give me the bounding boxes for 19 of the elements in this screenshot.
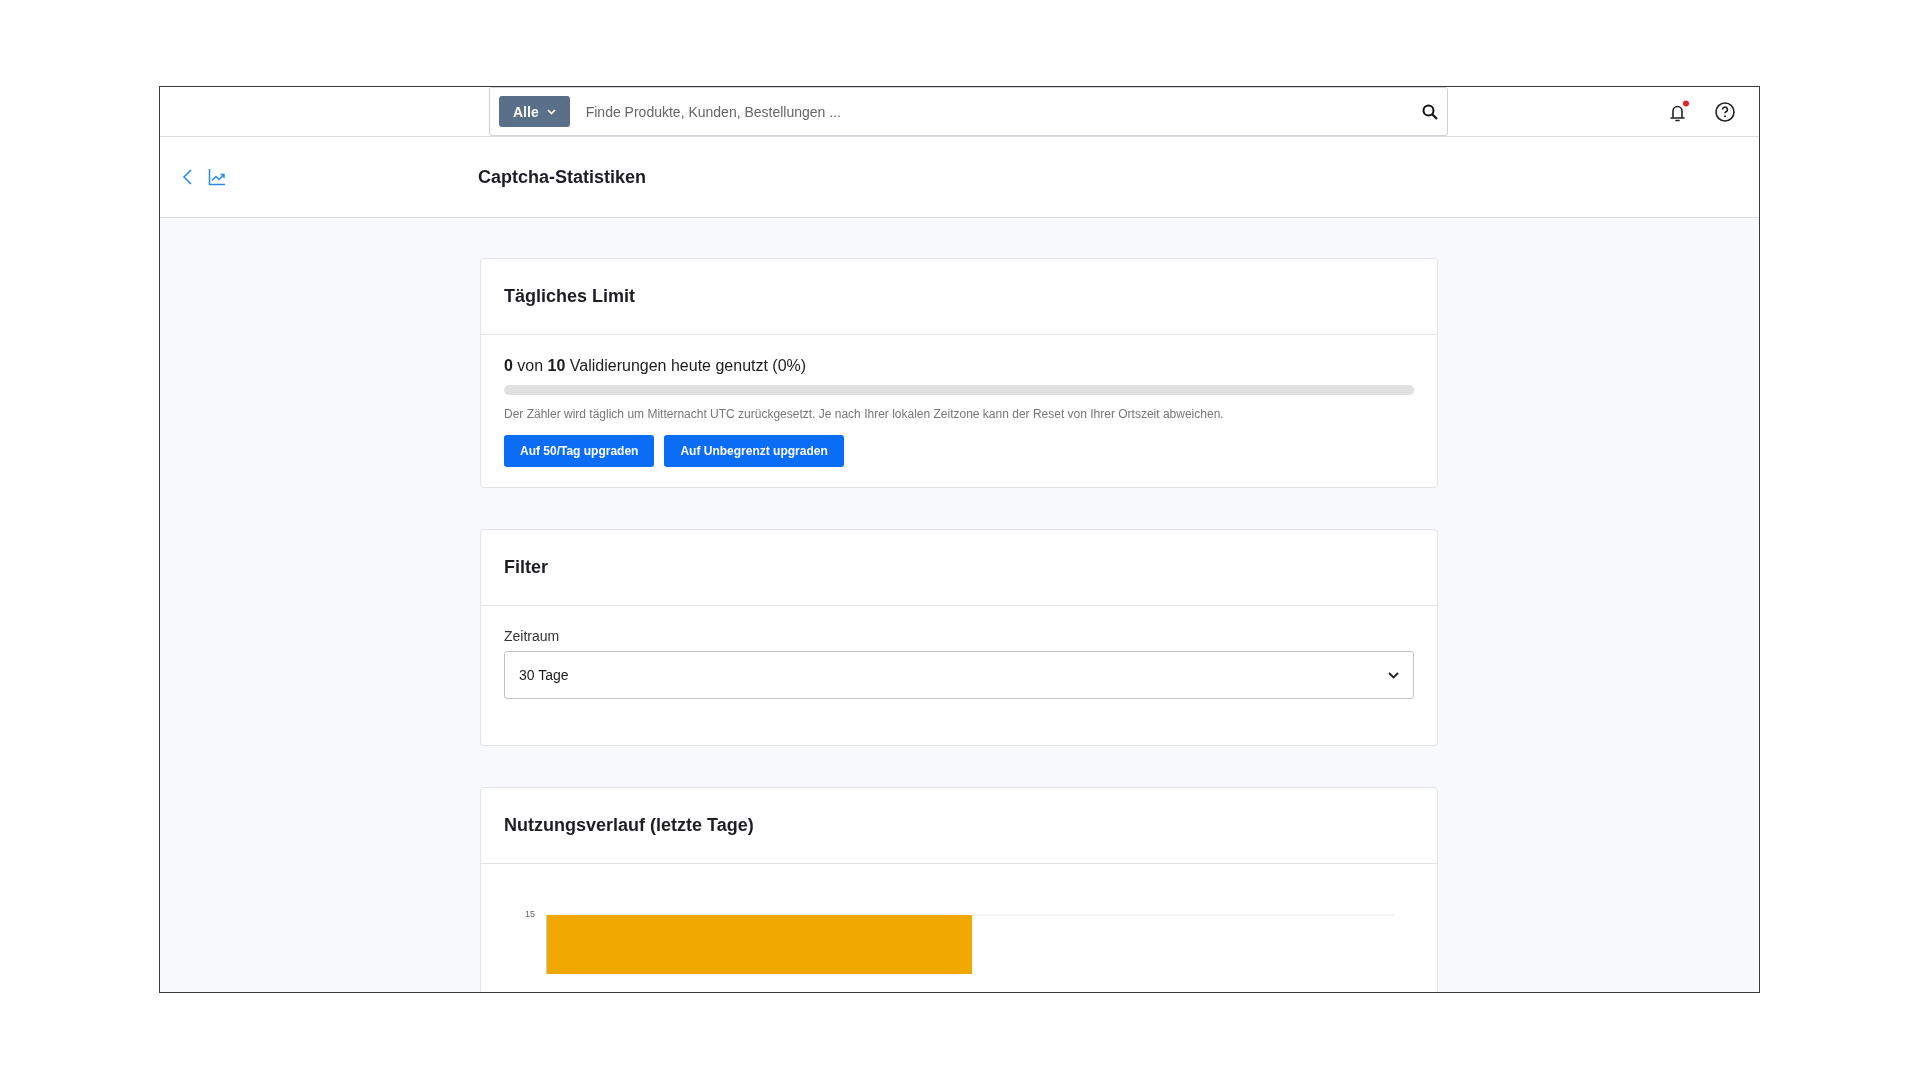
reset-note: Der Zähler wird täglich um Mitternacht UTC zurückgesetzt. Je nach Ihrer lokalen Zeitzone kann der Reset von Ihrer Ortszeit abweichen.	[504, 407, 1225, 421]
upgrade-button[interactable]: Auf 50/Tag upgraden	[504, 435, 655, 467]
search-field[interactable]: Alle Finde Produkte, Kunden, Bestellungen ...	[489, 87, 1448, 136]
card-title: Tägliches Limit	[504, 286, 636, 307]
search-icon[interactable]	[1422, 103, 1438, 120]
back-icon[interactable]	[182, 168, 194, 186]
axis-tick-label: 15	[525, 909, 535, 919]
page-title: Captcha-Statistiken	[478, 166, 647, 188]
usage-summary: 0 von 10 Validierungen heute genutzt (0%)	[504, 357, 808, 375]
upgrade-button[interactable]: Auf Unbegrenzt upgraden	[664, 435, 844, 467]
period-select[interactable]: 30 Tage	[504, 651, 1414, 699]
scope-dropdown[interactable]: Alle	[499, 96, 570, 127]
help-icon[interactable]	[1714, 100, 1736, 123]
card-title: Filter	[504, 557, 548, 578]
chevron-down-icon	[546, 108, 556, 115]
chevron-down-icon	[1388, 671, 1399, 679]
field-label: Zeitraum	[504, 628, 561, 644]
line-chart-icon[interactable]	[208, 168, 226, 186]
card-title: Nutzungsverlauf (letzte Tage)	[504, 815, 754, 836]
